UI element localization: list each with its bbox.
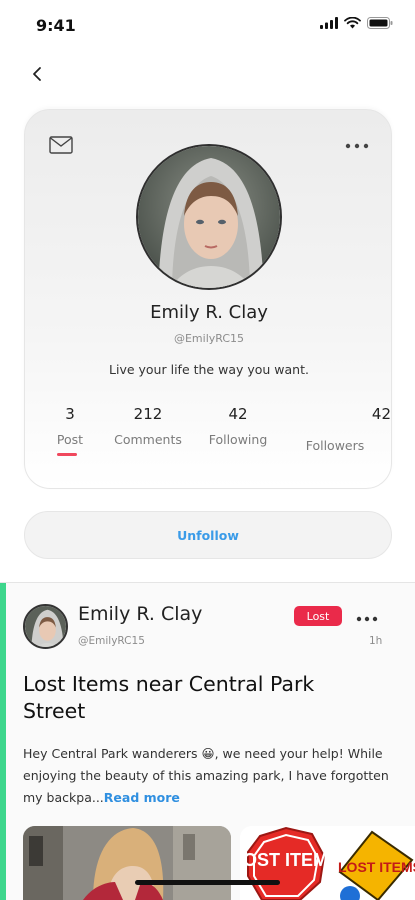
battery-icon (367, 17, 393, 29)
profile-avatar (136, 144, 282, 290)
home-indicator[interactable] (135, 880, 280, 885)
post-body: Hey Central Park wanderers 😀, we need yo… (23, 743, 395, 809)
avatar-photo (138, 146, 280, 288)
post-image-1[interactable] (23, 826, 231, 900)
active-tab-indicator (57, 453, 77, 456)
post-image-2[interactable]: LOST ITEMS LOST ITEMS (240, 826, 415, 900)
signal-icon (320, 17, 338, 29)
profile-bio: Live your life the way you want. (109, 362, 309, 377)
lost-items-sign-image: LOST ITEMS LOST ITEMS (240, 826, 415, 900)
wifi-icon (344, 17, 361, 29)
photo-icon (23, 826, 231, 900)
stat-following-tab[interactable]: 42 Following (205, 405, 271, 447)
post-accent-bar (0, 583, 6, 900)
unfollow-button[interactable]: Unfollow (24, 511, 392, 559)
sign-text-2: LOST ITEMS (338, 859, 415, 875)
profile-more-button[interactable] (345, 134, 369, 153)
profile-card: Emily R. Clay @EmilyRC15 Live your life … (24, 109, 392, 489)
stat-comments-value: 212 (133, 405, 163, 423)
status-bar: 9:41 (0, 0, 415, 52)
post-body-text: Hey Central Park wanderers 😀, we need yo… (23, 746, 389, 805)
stat-post-tab[interactable]: 3 Post (49, 405, 91, 447)
post-title[interactable]: Lost Items near Central Park Street (23, 671, 383, 725)
stat-comments-tab[interactable]: 212 Comments (107, 405, 189, 447)
post-author-handle: @EmilyRC15 (78, 635, 145, 647)
post-more-button[interactable] (356, 607, 378, 626)
chevron-left-icon (33, 67, 41, 81)
status-badge: Lost (294, 606, 342, 626)
post-author-avatar[interactable] (23, 604, 68, 649)
stat-post-label: Post (56, 432, 84, 447)
post-timestamp: 1h (369, 635, 383, 647)
back-button[interactable] (26, 60, 50, 88)
status-time: 9:41 (36, 16, 76, 35)
post-card[interactable]: Emily R. Clay @EmilyRC15 Lost 1h Lost It… (0, 583, 415, 900)
stat-followers-value: 42 (371, 405, 391, 423)
sign-text-1: LOST ITEMS (240, 850, 340, 870)
status-icons (320, 17, 393, 29)
stat-followers-tab[interactable]: 42 Followers (303, 405, 391, 453)
stat-followers-label: Followers (305, 438, 365, 453)
stat-following-value: 42 (228, 405, 248, 423)
profile-handle: @EmilyRC15 (173, 332, 245, 345)
profile-name: Emily R. Clay (150, 302, 268, 323)
stat-following-label: Following (208, 432, 268, 447)
message-button[interactable] (49, 136, 73, 158)
mail-icon (49, 136, 73, 154)
post-author-name[interactable]: Emily R. Clay (78, 603, 202, 625)
stat-post-value: 3 (65, 405, 75, 423)
read-more-link[interactable]: Read more (104, 790, 180, 805)
more-horizontal-icon (345, 143, 369, 149)
stat-comments-label: Comments (114, 432, 182, 447)
more-horizontal-icon (356, 616, 378, 622)
avatar-photo-small (25, 606, 66, 647)
